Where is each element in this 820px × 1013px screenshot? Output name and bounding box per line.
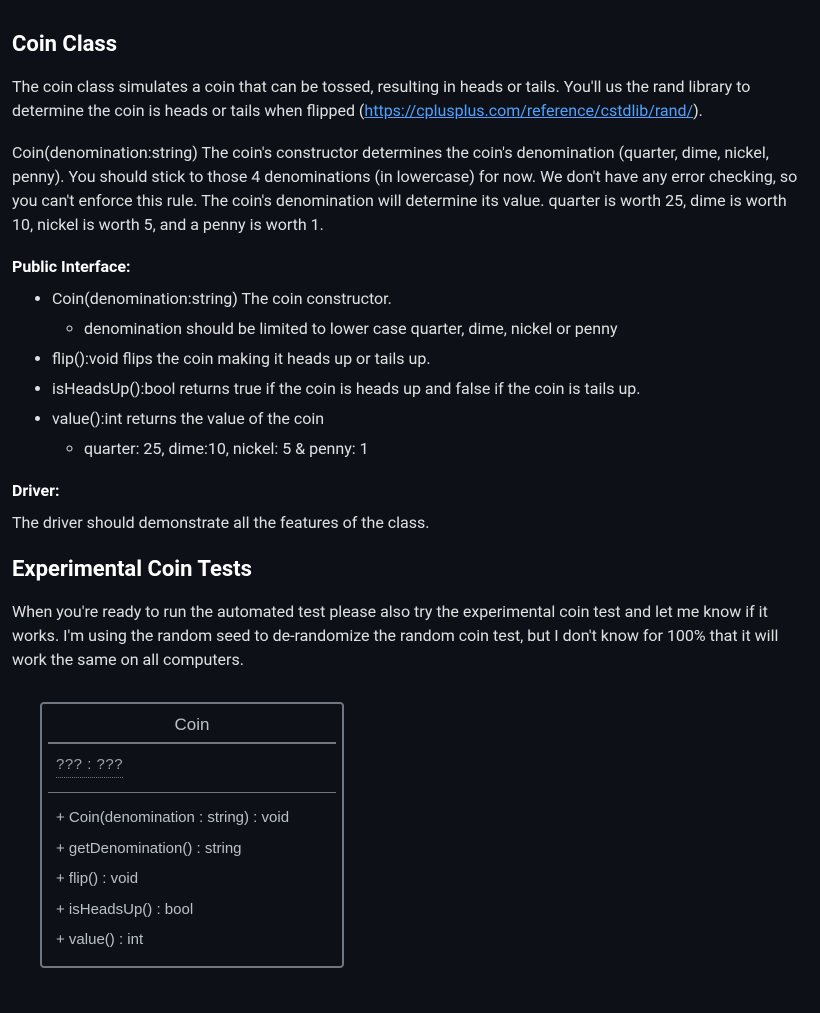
- list-item: denomination should be limited to lower …: [84, 317, 808, 341]
- paragraph-intro: The coin class simulates a coin that can…: [12, 75, 808, 123]
- list-public-interface: Coin(denomination:string) The coin const…: [12, 287, 808, 461]
- uml-diagram-wrapper: Coin ??? : ??? + Coin(denomination : str…: [40, 702, 808, 968]
- uml-method: + value() : int: [42, 925, 342, 956]
- uml-attr-text: ??? : ???: [56, 754, 123, 779]
- text-segment: ).: [693, 101, 703, 120]
- sublist: quarter: 25, dime:10, nickel: 5 & penny:…: [52, 437, 808, 461]
- uml-class-name: Coin: [42, 704, 342, 742]
- heading-experimental: Experimental Coin Tests: [12, 553, 808, 586]
- link-rand-reference[interactable]: https://cplusplus.com/reference/cstdlib/…: [364, 101, 693, 120]
- list-item: Coin(denomination:string) The coin const…: [52, 287, 808, 341]
- list-item: isHeadsUp():bool returns true if the coi…: [52, 377, 808, 401]
- uml-method: + getDenomination() : string: [42, 834, 342, 865]
- uml-method: + flip() : void: [42, 864, 342, 895]
- sublist: denomination should be limited to lower …: [52, 317, 808, 341]
- list-text: Coin(denomination:string) The coin const…: [52, 289, 392, 308]
- label-public-interface: Public Interface:: [12, 255, 808, 279]
- list-item: quarter: 25, dime:10, nickel: 5 & penny:…: [84, 437, 808, 461]
- uml-separator: [48, 792, 336, 793]
- paragraph-constructor: Coin(denomination:string) The coin's con…: [12, 141, 808, 237]
- uml-attributes: ??? : ???: [42, 752, 342, 783]
- uml-method: + isHeadsUp() : bool: [42, 895, 342, 926]
- list-text: value():int returns the value of the coi…: [52, 409, 324, 428]
- label-driver: Driver:: [12, 479, 808, 503]
- uml-separator: [48, 742, 336, 744]
- uml-method: + Coin(denomination : string) : void: [42, 803, 342, 834]
- heading-coin-class: Coin Class: [12, 28, 808, 61]
- uml-class-box: Coin ??? : ??? + Coin(denomination : str…: [40, 702, 344, 968]
- list-item: flip():void flips the coin making it hea…: [52, 347, 808, 371]
- paragraph-experimental: When you're ready to run the automated t…: [12, 600, 808, 672]
- paragraph-driver: The driver should demonstrate all the fe…: [12, 511, 808, 535]
- document-page: Coin Class The coin class simulates a co…: [0, 0, 820, 998]
- list-item: value():int returns the value of the coi…: [52, 407, 808, 461]
